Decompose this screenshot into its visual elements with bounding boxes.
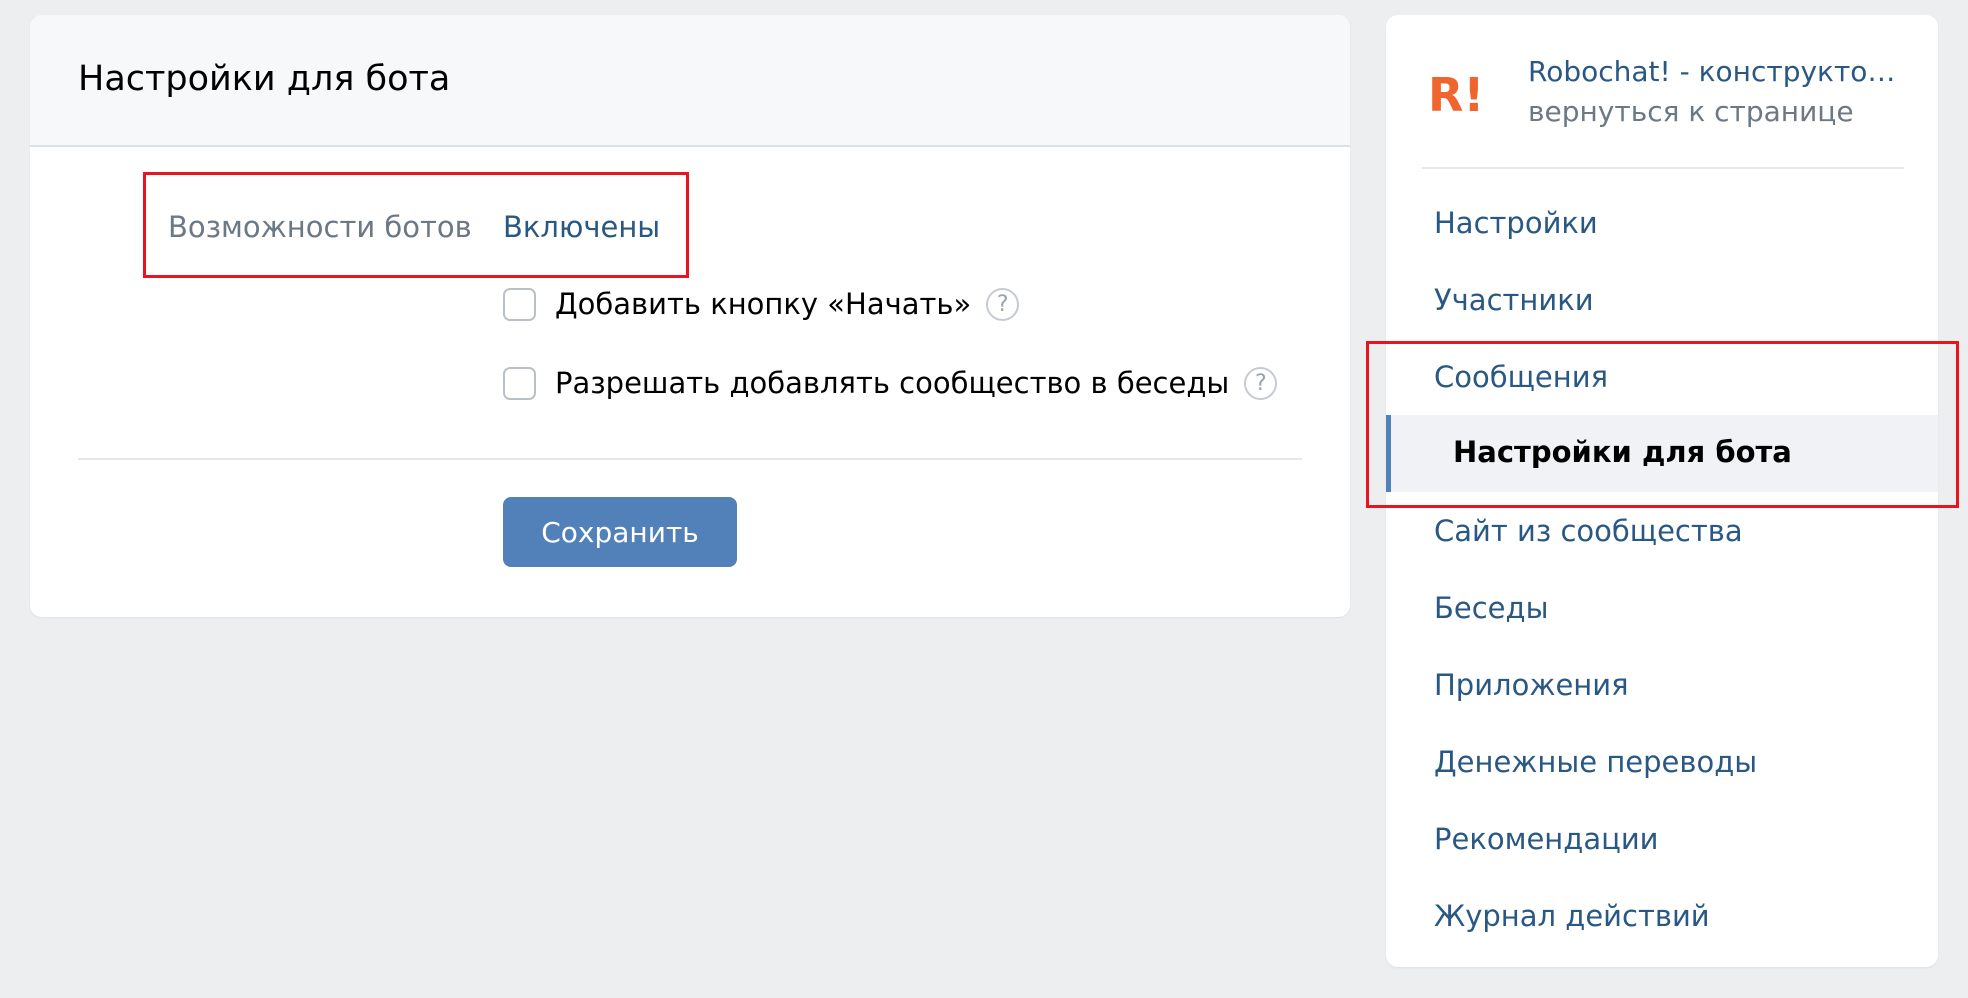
annotation-box-messages xyxy=(1366,341,1959,508)
svg-text:R!: R! xyxy=(1428,68,1484,122)
divider xyxy=(78,458,1302,460)
help-icon[interactable]: ? xyxy=(1244,366,1278,400)
start-button-option: Добавить кнопку «Начать» ? xyxy=(503,287,1020,321)
community-name-link[interactable]: Robochat! - конструктор чат-ботов xyxy=(1528,55,1913,88)
allow-chats-checkbox[interactable] xyxy=(503,366,536,400)
panel-header: Настройки для бота xyxy=(30,15,1350,147)
allow-chats-option: Разрешать добавлять сообщество в беседы … xyxy=(503,366,1278,400)
page-title: Настройки для бота xyxy=(78,59,451,99)
sidebar-item-apps[interactable]: Приложения xyxy=(1434,668,1629,702)
annotation-box-bot-capabilities xyxy=(143,172,689,278)
sidebar-item-money-transfers[interactable]: Денежные переводы xyxy=(1434,745,1757,779)
start-button-checkbox[interactable] xyxy=(503,287,536,321)
help-icon[interactable]: ? xyxy=(986,287,1020,321)
start-button-checkbox-label[interactable]: Добавить кнопку «Начать» xyxy=(555,287,971,321)
bot-settings-panel: Настройки для бота Возможности ботов Вкл… xyxy=(30,15,1350,617)
sidebar-item-members[interactable]: Участники xyxy=(1434,283,1594,317)
allow-chats-checkbox-label[interactable]: Разрешать добавлять сообщество в беседы xyxy=(555,366,1229,400)
sidebar-item-settings[interactable]: Настройки xyxy=(1434,206,1598,240)
sidebar-item-action-log[interactable]: Журнал действий xyxy=(1434,899,1710,933)
sidebar-item-recommendations[interactable]: Рекомендации xyxy=(1434,822,1659,856)
sidebar-item-community-site[interactable]: Сайт из сообщества xyxy=(1434,514,1743,548)
save-button[interactable]: Сохранить xyxy=(503,497,737,567)
robochat-logo[interactable]: R! xyxy=(1428,67,1498,127)
sidebar-item-chats[interactable]: Беседы xyxy=(1434,591,1548,625)
back-to-page-link[interactable]: вернуться к странице xyxy=(1528,95,1854,128)
sidebar-divider xyxy=(1422,167,1904,169)
